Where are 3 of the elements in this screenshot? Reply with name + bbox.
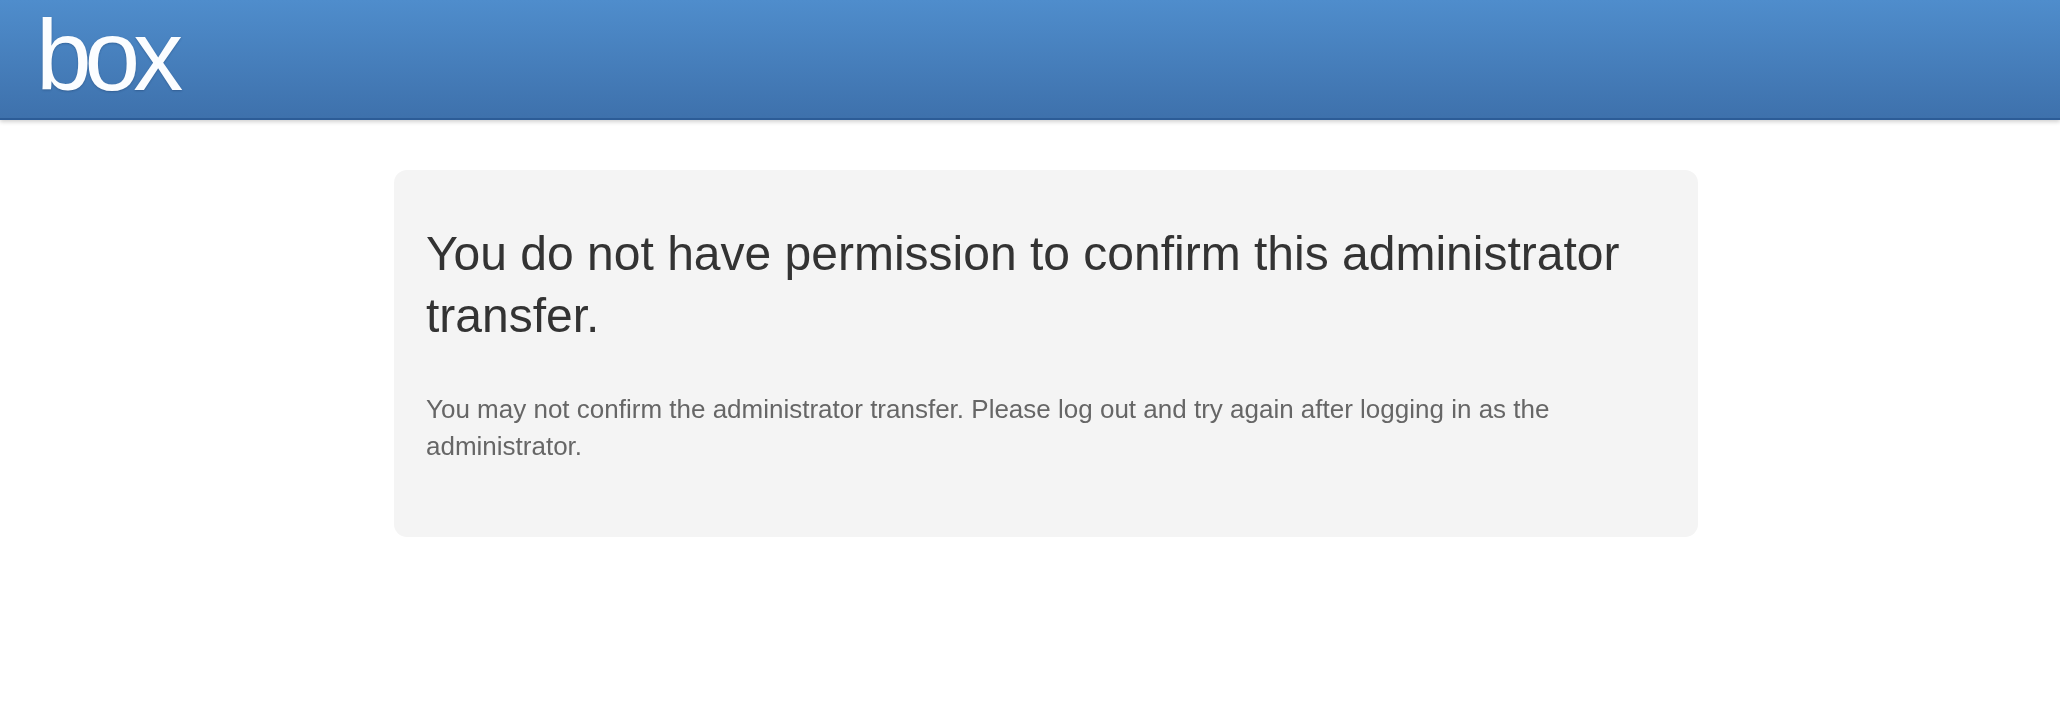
logo: box	[36, 5, 177, 105]
error-message: You may not confirm the administrator transfer. Please log out and try again after logging in as the administrator.	[426, 393, 1551, 463]
error-title: You do not have permission to confirm this administrator transfer.	[426, 226, 1621, 344]
